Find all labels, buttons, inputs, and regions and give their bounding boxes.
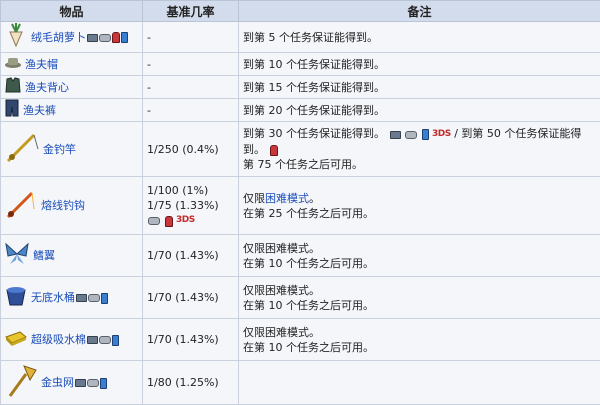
anglers-hat-icon (4, 55, 22, 73)
note-text: 仅限 (243, 191, 265, 205)
rate-text: 1/75 (1.33%) (147, 198, 219, 212)
console-platform-icon (88, 290, 100, 305)
item-name-link[interactable]: 超级吸水棉 (31, 332, 86, 347)
note-text: 仅限困难模式。 (243, 325, 320, 339)
table-row: 鳍翼 1/70 (1.43%) 仅限困难模式。 在第 10 个任务之后可用。 (0, 234, 600, 277)
note-text: 第 75 个任务之后可用。 (243, 158, 363, 171)
mobile-platform-icon (121, 30, 128, 45)
item-name-link[interactable]: 无底水桶 (31, 290, 75, 305)
header-item: 物品 (0, 0, 143, 22)
old-gen-platform-icon (164, 213, 173, 228)
console-platform-icon (99, 30, 111, 45)
note-cell (238, 360, 600, 405)
header-note: 备注 (238, 0, 600, 22)
console-platform-icon (99, 332, 111, 347)
item-name-link[interactable]: 金虫网 (41, 375, 74, 390)
anglers-vest-icon (4, 77, 22, 97)
mobile-platform-icon (100, 375, 107, 390)
mobile-platform-icon (101, 290, 108, 305)
rate-text: 1/100 (1%) (147, 183, 209, 197)
rate-cell: 1/80 (1.25%) (142, 360, 239, 405)
note-cell: 仅限困难模式。 在第 10 个任务之后可用。 (238, 276, 600, 319)
mobile-platform-icon (421, 127, 429, 142)
item-name-link[interactable]: 渔夫背心 (25, 80, 69, 95)
header-rate: 基准几率 (142, 0, 239, 22)
console-platform-icon (87, 375, 99, 390)
table-row: 金钓竿 1/250 (0.4%) 到第 30 个任务保证能得到。 3DS / 到… (0, 121, 600, 177)
pc-platform-icon (76, 290, 87, 305)
note-text: 仅限困难模式。 (243, 283, 320, 297)
table-row: 绒毛胡萝卜 - 到第 5 个任务保证能得到。 (0, 21, 600, 53)
note-text: 仅限困难模式。 (243, 241, 320, 255)
rate-cell: - (142, 52, 239, 76)
item-name-link[interactable]: 渔夫帽 (25, 57, 58, 72)
hardmode-link[interactable]: 困难模式 (265, 192, 309, 205)
note-text: 在第 10 个任务之后可用。 (243, 256, 374, 270)
note-cell: 到第 15 个任务保证能得到。 (238, 75, 600, 99)
item-name-link[interactable]: 熔线钓钩 (41, 198, 85, 213)
pc-platform-icon (389, 127, 401, 142)
old-gen-platform-icon (112, 30, 120, 45)
item-name-link[interactable]: 金钓竿 (43, 142, 76, 157)
table-row: 超级吸水棉 1/70 (1.43%) 仅限困难模式。 在第 10 个任务之后可用… (0, 318, 600, 361)
mobile-platform-icon (112, 332, 119, 347)
note-cell: 到第 20 个任务保证能得到。 (238, 98, 600, 122)
note-cell: 仅限困难模式。 在第 10 个任务之后可用。 (238, 318, 600, 361)
table-row: 渔夫帽 - 到第 10 个任务保证能得到。 (0, 52, 600, 76)
rewards-table: 物品 基准几率 备注 绒毛胡萝卜 - 到第 5 个任务保证能得到。 渔夫帽 - … (0, 0, 600, 405)
rate-cell: 1/250 (0.4%) (142, 121, 239, 177)
super-absorbant-sponge-icon (4, 329, 28, 351)
note-text: / 到第 50 个任务保证能得 (454, 127, 582, 140)
pc-platform-icon (75, 375, 86, 390)
rate-cell: 1/70 (1.43%) (142, 276, 239, 319)
rate-cell: - (142, 21, 239, 53)
item-name-link[interactable]: 绒毛胡萝卜 (31, 30, 86, 45)
note-cell: 到第 30 个任务保证能得到。 3DS / 到第 50 个任务保证能得 到。 第… (238, 121, 600, 177)
table-row: 金虫网 1/80 (1.25%) (0, 360, 600, 405)
table-row: 渔夫背心 - 到第 15 个任务保证能得到。 (0, 75, 600, 99)
golden-fishing-rod-icon (4, 129, 40, 169)
pc-platform-icon (87, 30, 98, 45)
rate-cell: 1/70 (1.43%) (142, 318, 239, 361)
rate-cell: - (142, 75, 239, 99)
note-text: 到第 30 个任务保证能得到。 (243, 127, 385, 140)
note-cell: 仅限困难模式。 在第 25 个任务之后可用。 (238, 176, 600, 235)
header-row: 物品 基准几率 备注 (0, 0, 600, 22)
note-cell: 到第 10 个任务保证能得到。 (238, 52, 600, 76)
console-platform-icon (148, 213, 160, 228)
note-cell: 到第 5 个任务保证能得到。 (238, 21, 600, 53)
rate-cell: 1/70 (1.43%) (142, 234, 239, 277)
table-row: 无底水桶 1/70 (1.43%) 仅限困难模式。 在第 10 个任务之后可用。 (0, 276, 600, 319)
3ds-platform-tag: 3DS (176, 215, 195, 226)
old-gen-platform-icon (269, 142, 278, 157)
console-platform-icon (405, 127, 417, 142)
rate-cell: 1/100 (1%) 1/75 (1.33%) 3DS (142, 176, 239, 235)
pc-platform-icon (87, 332, 98, 347)
anglers-pants-icon (4, 99, 20, 121)
table-row: 熔线钓钩 1/100 (1%) 1/75 (1.33%) 3DS 仅限困难模式。… (0, 176, 600, 235)
hotline-fishing-hook-icon (4, 187, 38, 225)
golden-bug-net-icon (4, 362, 38, 404)
note-cell: 仅限困难模式。 在第 10 个任务之后可用。 (238, 234, 600, 277)
fuzzy-carrot-icon (4, 22, 28, 52)
item-name-link[interactable]: 鳍翼 (33, 248, 55, 263)
bottomless-bucket-icon (4, 285, 28, 311)
3ds-platform-tag: 3DS (432, 128, 451, 139)
note-text: 到。 (243, 142, 265, 156)
rate-cell: - (142, 98, 239, 122)
table-row: 渔夫裤 - 到第 20 个任务保证能得到。 (0, 98, 600, 122)
note-text: 在第 25 个任务之后可用。 (243, 206, 374, 220)
note-text: 在第 10 个任务之后可用。 (243, 298, 374, 312)
fin-wings-icon (4, 242, 30, 270)
note-text: 在第 10 个任务之后可用。 (243, 340, 374, 354)
note-text: 。 (309, 191, 320, 205)
item-name-link[interactable]: 渔夫裤 (23, 103, 56, 118)
